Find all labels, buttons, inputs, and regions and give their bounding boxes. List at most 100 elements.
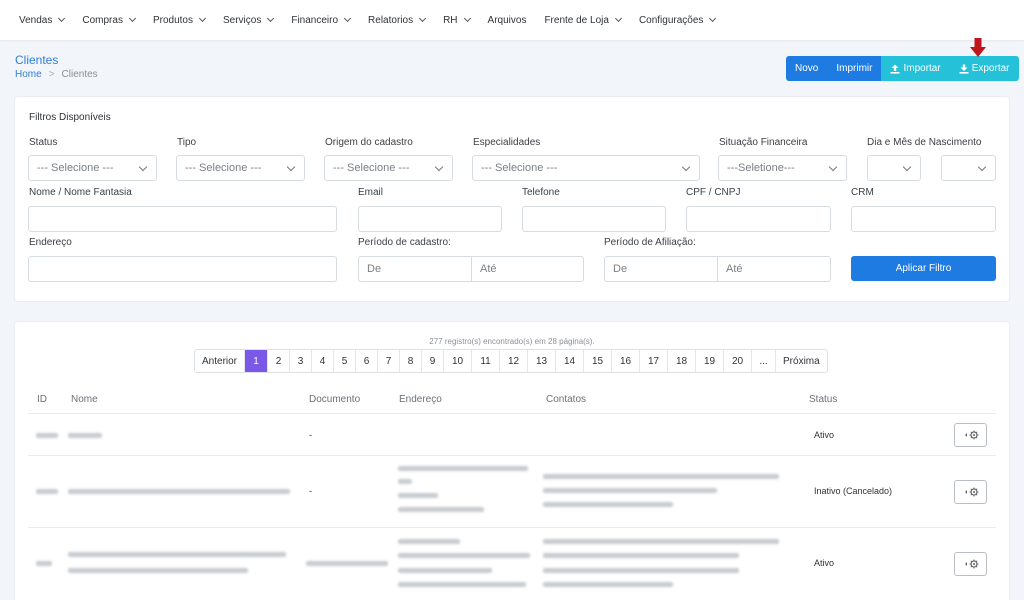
nav-frente-de-loja[interactable]: Frente de Loja [535,0,630,40]
page-4[interactable]: 4 [312,350,335,372]
email-input[interactable] [358,206,502,232]
records-count: 277 registro(s) encontrado(s) em 28 pági… [429,337,595,346]
redacted-contatos [543,582,673,587]
endereco-input[interactable] [28,256,337,282]
nome-input[interactable] [28,206,337,232]
chevron-down-icon [977,162,987,172]
importar-button[interactable]: Importar [881,56,950,81]
page-proxima[interactable]: Próxima [776,350,827,372]
nav-label: Configurações [638,14,704,26]
table-row: - Ativo [28,413,996,455]
chevron-down-icon [138,162,148,172]
nav-vendas[interactable]: Vendas [10,0,73,40]
tipo-select[interactable]: --- Selecione --- [176,155,305,181]
afiliacao-ate-input[interactable]: Até [717,256,831,282]
redacted-contatos [543,502,673,507]
cpf-input[interactable] [686,206,831,232]
chevron-down-icon [681,162,691,172]
novo-button[interactable]: Novo [786,56,828,81]
cpf-label: CPF / CNPJ [686,187,741,198]
redacted-id [36,489,58,494]
crm-input[interactable] [851,206,996,232]
nav-relatorios[interactable]: Relatorios [359,0,434,40]
page-1[interactable]: 1 [245,350,269,372]
redacted-id [36,561,52,566]
page-10[interactable]: 10 [444,350,473,372]
redacted-endereco [398,582,526,587]
filters-panel: Filtros Disponíveis Status --- Selecione… [15,97,1009,301]
nav-label: Relatorios [368,14,414,26]
nav-compras[interactable]: Compras [73,0,144,40]
page-11[interactable]: 11 [472,350,501,372]
nome-label: Nome / Nome Fantasia [29,187,132,198]
chevron-down-icon [434,162,444,172]
status-label: Status [29,137,58,148]
apply-filter-button[interactable]: Aplicar Filtro [851,256,996,281]
nav-servicos[interactable]: Serviços [214,0,282,40]
redacted-endereco [398,568,492,573]
redacted-nome [68,552,286,557]
row-actions-button[interactable] [954,480,987,504]
table-header: ID Nome Documento Endereço Contatos Stat… [15,394,1009,414]
nav-label: RH [443,14,458,26]
situacao-select-value: ---Seletione--- [727,162,795,174]
nav-rh[interactable]: RH [434,0,478,40]
chevron-down-icon [614,14,622,23]
page-12[interactable]: 12 [500,350,529,372]
page-18[interactable]: 18 [668,350,697,372]
page-7[interactable]: 7 [378,350,401,372]
page-3[interactable]: 3 [290,350,313,372]
page-19[interactable]: 19 [696,350,725,372]
dia-nascimento-select[interactable] [867,155,921,181]
status-select[interactable]: --- Selecione --- [28,155,157,181]
cadastro-ate-placeholder: Até [480,263,497,275]
nav-label: Produtos [152,14,193,26]
crm-label: CRM [851,187,874,198]
page-20[interactable]: 20 [724,350,753,372]
telefone-label: Telefone [522,187,560,198]
page-5[interactable]: 5 [334,350,357,372]
nav-produtos[interactable]: Produtos [144,0,214,40]
redacted-contatos [543,488,717,493]
page-6[interactable]: 6 [356,350,379,372]
page-anterior[interactable]: Anterior [195,350,246,372]
page-15[interactable]: 15 [584,350,613,372]
row-actions-button[interactable] [954,423,987,447]
redacted-contatos [543,539,779,544]
redacted-endereco [398,553,530,558]
chevron-down-icon [128,14,136,23]
upload-icon [890,64,900,74]
imprimir-button[interactable]: Imprimir [827,56,882,81]
cadastro-de-input[interactable]: De [358,256,472,282]
situacao-select[interactable]: ---Seletione--- [718,155,847,181]
page-16[interactable]: 16 [612,350,641,372]
cadastro-ate-input[interactable]: Até [471,256,584,282]
nascimento-label: Dia e Mês de Nascimento [867,137,982,148]
afiliacao-de-input[interactable]: De [604,256,718,282]
nav-configuracoes[interactable]: Configurações [630,0,724,40]
download-icon [959,64,969,74]
page-14[interactable]: 14 [556,350,585,372]
periodo-afiliacao-label: Período de Afiliação: [604,237,696,248]
nav-financeiro[interactable]: Financeiro [282,0,359,40]
table-row: - Inativo (Cancelado) [28,455,996,527]
nav-arquivos[interactable]: Arquivos [479,0,536,40]
row-actions-button[interactable] [954,552,987,576]
chevron-down-icon [267,14,275,23]
breadcrumb-home[interactable]: Home [15,69,42,80]
telefone-input[interactable] [522,206,666,232]
page-9[interactable]: 9 [422,350,445,372]
redacted-nome [68,433,102,438]
especialidades-select[interactable]: --- Selecione --- [472,155,700,181]
redacted-endereco [398,493,438,498]
page-2[interactable]: 2 [268,350,291,372]
page-8[interactable]: 8 [400,350,423,372]
nav-label: Vendas [19,14,53,26]
mes-nascimento-select[interactable] [941,155,996,181]
origem-select[interactable]: --- Selecione --- [324,155,453,181]
page-17[interactable]: 17 [640,350,669,372]
table-row: Ativo [28,527,996,599]
page-13[interactable]: 13 [528,350,557,372]
redacted-endereco [398,479,412,484]
exportar-button[interactable]: Exportar [949,56,1019,81]
